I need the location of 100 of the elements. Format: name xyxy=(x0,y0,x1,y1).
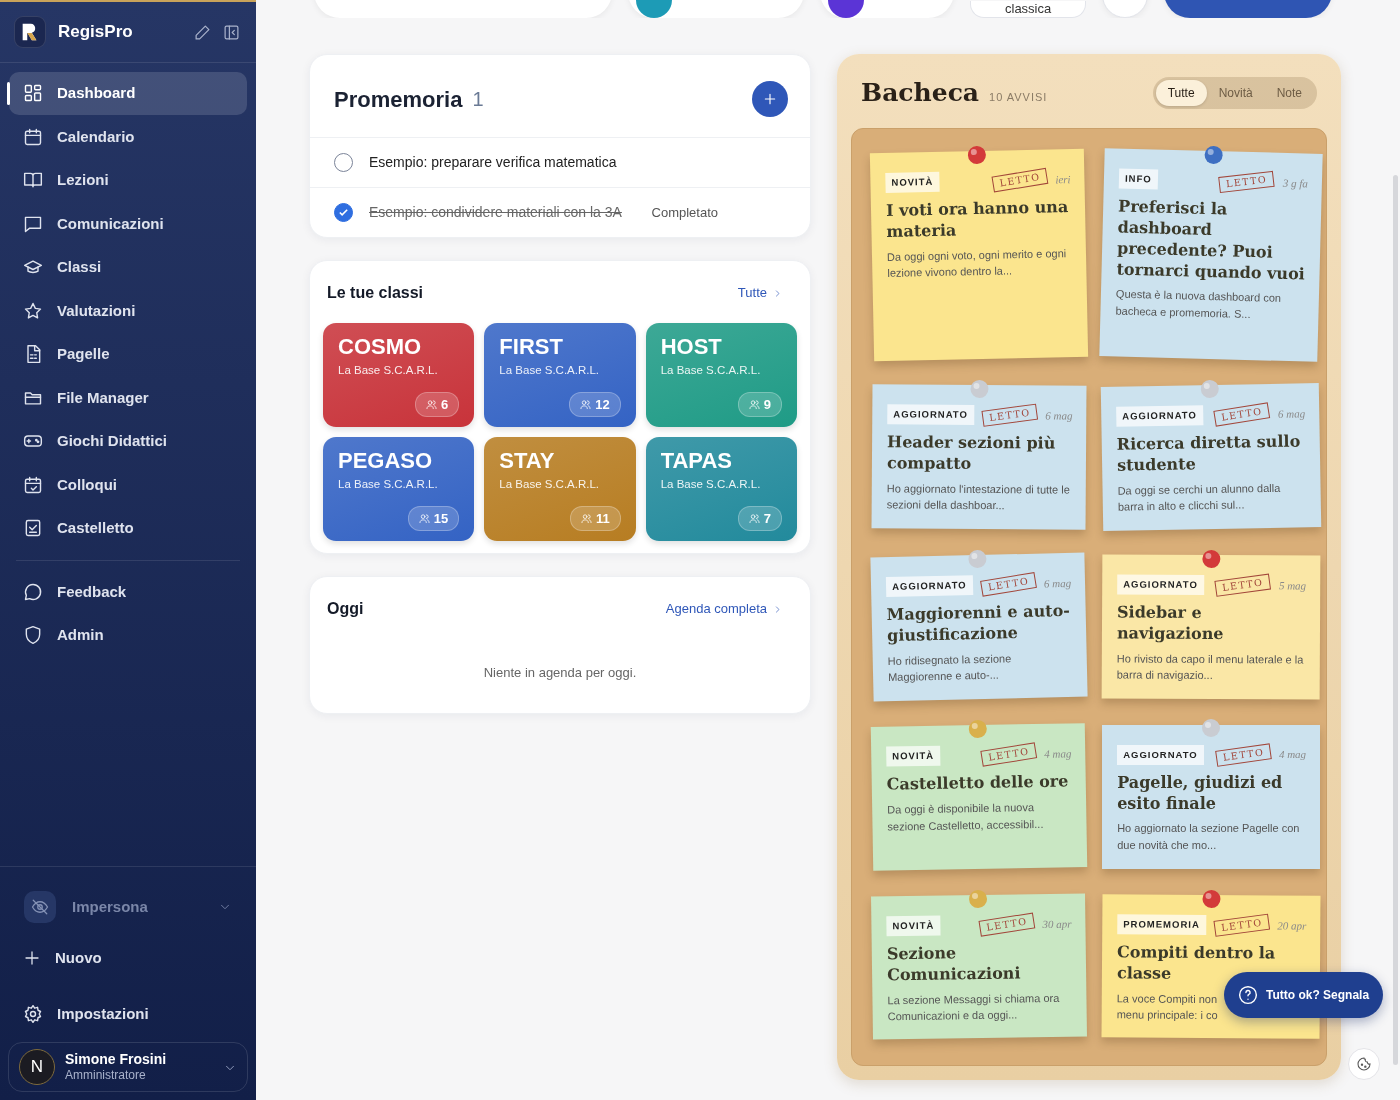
filter-tab[interactable]: Novità xyxy=(1206,79,1265,106)
user-menu[interactable]: N Simone Frosini Amministratore xyxy=(8,1042,248,1092)
plus-icon xyxy=(762,91,778,107)
sidebar-item[interactable]: Colloqui xyxy=(9,463,247,506)
sidebar-item[interactable]: Dashboard xyxy=(9,72,247,115)
feedback-toast[interactable]: Tutto ok? Segnala xyxy=(1224,972,1384,1018)
read-stamp: LETTO xyxy=(978,911,1036,937)
note-title: Pagelle, giudizi ed esito finale xyxy=(1117,772,1284,815)
pin-icon xyxy=(1201,888,1222,909)
settings-icon xyxy=(23,1003,43,1024)
people-icon xyxy=(426,398,438,410)
check-icon xyxy=(338,207,349,218)
reminder-checkbox[interactable] xyxy=(334,203,353,222)
class-card[interactable]: PEGASO La Base S.C.A.R.L. 15 xyxy=(323,437,475,541)
sidebar-item[interactable]: Valutazioni xyxy=(9,289,247,332)
view-toggle[interactable]: classica xyxy=(970,1,1087,18)
section-title: Oggi xyxy=(327,599,364,619)
settings-item[interactable]: Impostazioni xyxy=(9,992,247,1035)
read-stamp: LETTO xyxy=(991,167,1049,193)
cookie-icon[interactable] xyxy=(1348,1048,1380,1080)
sticky-note[interactable]: NOVITÀ LETTO 30 apr Sezione Comunicazioni La sezione Messaggi si chiama ora Comunicazioni e da oggi... xyxy=(871,893,1088,1039)
sidebar-item[interactable]: Feedback xyxy=(9,570,247,613)
class-name: HOST xyxy=(660,335,723,360)
people-icon xyxy=(580,512,592,524)
note-excerpt: Ho aggiornato la sezione Pagelle con due novità che mo... xyxy=(1117,821,1301,853)
pin-icon xyxy=(967,718,989,739)
scrollbar[interactable] xyxy=(1393,175,1398,1065)
student-count: 6 xyxy=(415,391,460,417)
sidebar-item[interactable]: Calendario xyxy=(9,115,247,158)
pin-icon xyxy=(967,548,988,569)
new-button[interactable]: Nuovo xyxy=(9,937,247,980)
note-date: 6 mag xyxy=(1278,405,1306,422)
sticky-note[interactable]: AGGIORNATO LETTO 5 mag Sidebar e navigazione Ho rivisto da capo il menu laterale e la barra di navigazio... xyxy=(1101,553,1321,700)
class-card[interactable]: COSMO La Base S.C.A.R.L. 6 xyxy=(323,323,475,427)
student-count: 15 xyxy=(407,505,460,531)
school-name: La Base S.C.A.R.L. xyxy=(338,363,439,379)
sticky-note[interactable]: AGGIORNATO LETTO 6 mag Maggiorenni e auto-giustificazione Ho ridisegnato la sezione Maggiorenne e auto-... xyxy=(870,552,1088,701)
note-tag: PROMEMORIA xyxy=(1117,913,1207,935)
logo-icon xyxy=(14,16,46,48)
note-excerpt: Da oggi è disponibile la nuova sezione Castelletto, accessibil... xyxy=(887,799,1045,834)
card-title: Promemoria xyxy=(334,85,463,114)
help-icon xyxy=(1238,985,1258,1005)
sidebar-collapse-icon xyxy=(223,24,240,42)
see-all-link[interactable]: Tutte xyxy=(737,283,782,303)
note-date: 30 apr xyxy=(1042,916,1072,932)
section-title: Le tue classi xyxy=(327,283,424,303)
user-role: Amministratore xyxy=(65,1068,147,1083)
note-title: Ricerca diretta sullo studente xyxy=(1116,431,1302,476)
pin-icon xyxy=(1201,718,1222,739)
filter-tab[interactable]: Note xyxy=(1264,79,1314,106)
note-title: Sidebar e navigazione xyxy=(1117,602,1225,645)
note-date: 6 mag xyxy=(1043,575,1072,592)
note-title: Sezione Comunicazioni xyxy=(886,942,1022,986)
pin-icon xyxy=(1201,548,1222,569)
sticky-note[interactable]: NOVITÀ LETTO 4 mag Castelletto delle ore Da oggi è disponibile la nuova sezione Castelletto, accessibil... xyxy=(870,722,1088,871)
read-stamp: LETTO xyxy=(979,741,1038,767)
sidebar-item[interactable]: Castelletto xyxy=(9,507,247,550)
note-tag: NOVITÀ xyxy=(886,745,941,767)
sidebar-item[interactable]: Giochi Didattici xyxy=(9,420,247,463)
student-count: 7 xyxy=(737,505,782,531)
note-excerpt: La sezione Messaggi si chiama ora Comunicazioni e da oggi... xyxy=(887,990,1061,1025)
sidebar-item[interactable]: Classi xyxy=(9,246,247,289)
school-name: La Base S.C.A.R.L. xyxy=(338,477,439,493)
filter-tab[interactable]: Tutte xyxy=(1155,79,1207,106)
class-card[interactable]: FIRST La Base S.C.A.R.L. 12 xyxy=(484,323,636,427)
note-tag: AGGIORNATO xyxy=(1116,404,1204,427)
student-count: 11 xyxy=(569,505,621,531)
sidebar-item[interactable]: Pagelle xyxy=(9,333,247,376)
sticky-note[interactable]: AGGIORNATO LETTO 4 mag Pagelle, giudizi ed esito finale Ho aggiornato la sezione Pagelle con due novità che mo... xyxy=(1102,724,1321,869)
sticky-note[interactable]: AGGIORNATO LETTO 6 mag Ricerca diretta sullo studente Da oggi se cerchi un alunno dalla barra in alto e clicchi sul... xyxy=(1100,382,1322,531)
pin-icon xyxy=(969,378,990,399)
note-date: 4 mag xyxy=(1044,745,1072,762)
class-name: COSMO xyxy=(338,335,423,360)
sidebar-item[interactable]: Admin xyxy=(9,614,247,657)
reminder-text: Esempio: condividere materiali con la 3A xyxy=(369,203,622,222)
note-excerpt: Ho ridisegnato la sezione Maggiorenne e auto-... xyxy=(887,650,1013,685)
star-icon xyxy=(23,300,43,321)
note-tag: NOVITÀ xyxy=(886,915,941,937)
sidebar-item[interactable]: Comunicazioni xyxy=(9,202,247,245)
add-button[interactable] xyxy=(752,81,788,117)
note-excerpt: Questa è la nuova dashboard con bacheca e promemoria. S... xyxy=(1115,286,1283,322)
sidebar-item[interactable]: Lezioni xyxy=(9,159,247,202)
agenda-link[interactable]: Agenda completa xyxy=(665,599,782,619)
pin-icon xyxy=(968,888,989,909)
note-date: 4 mag xyxy=(1278,747,1307,763)
sticky-note[interactable]: INFO LETTO 3 g fa Preferisci la dashboard precedente? Puoi tornarci quando vuoi Questa è la nuova dashboard con bacheca e promemoria. S... xyxy=(1099,147,1323,362)
reminder-count: 1 xyxy=(472,87,484,112)
user-name: Simone Frosini xyxy=(65,1051,168,1069)
sticky-note[interactable]: NOVITÀ LETTO ieri I voti ora hanno una materia Da oggi ogni voto, ogni merito e ogni lezione vivono dentro la... xyxy=(869,148,1089,361)
people-icon xyxy=(418,512,430,524)
sticky-note[interactable]: AGGIORNATO LETTO 6 mag Header sezioni più compatto Ho aggiornato l'intestazione di tutte le sezioni della dashboar... xyxy=(871,383,1087,530)
note-tag: NOVITÀ xyxy=(885,171,940,193)
student-count: 12 xyxy=(569,391,621,417)
note-date: 3 g fa xyxy=(1282,175,1309,192)
school-name: La Base S.C.A.R.L. xyxy=(660,363,762,379)
note-date: 20 apr xyxy=(1277,917,1307,934)
sidebar-item[interactable]: File Manager xyxy=(9,376,247,419)
checklist-icon xyxy=(23,518,43,539)
note-date: 6 mag xyxy=(1045,407,1073,424)
pin-icon xyxy=(966,144,988,165)
